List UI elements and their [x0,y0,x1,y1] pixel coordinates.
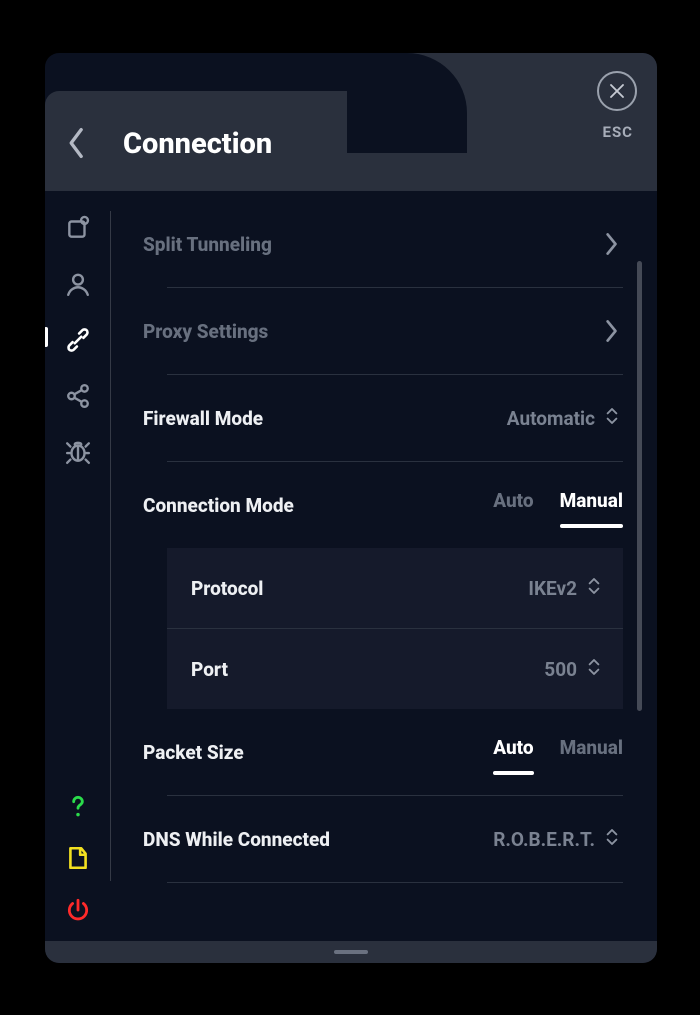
scrollbar-thumb[interactable] [637,261,642,711]
protocol-value: IKEv2 [528,577,577,600]
row-split-tunneling[interactable]: Split Tunneling [143,201,623,287]
connection-mode-manual[interactable]: Manual [560,489,623,522]
firewall-mode-value: Automatic [507,407,595,430]
row-proxy-settings[interactable]: Proxy Settings [143,288,623,374]
back-button[interactable] [67,125,95,165]
settings-window: ESC Connection [45,53,657,963]
packet-size-auto[interactable]: Auto [493,736,533,769]
row-port: Port 500 [167,629,623,709]
plan-icon [65,845,91,871]
row-protocol: Protocol IKEv2 [167,548,623,628]
packet-size-label: Packet Size [143,741,244,764]
dns-select[interactable]: R.O.B.E.R.T. [493,826,623,853]
help-icon [65,793,91,819]
chevron-right-icon [601,318,623,344]
packet-size-manual[interactable]: Manual [560,736,623,769]
resize-handle[interactable] [334,950,368,954]
sidebar-item-share[interactable] [63,381,93,411]
connection-mode-toggle: Auto Manual [493,489,623,522]
general-icon [65,215,91,241]
updown-icon [587,575,605,602]
page-title: Connection [123,127,272,161]
protocol-label: Protocol [191,577,263,600]
row-dns: DNS While Connected R.O.B.E.R.T. [143,796,623,882]
sidebar-bottom-group [45,791,111,925]
port-value: 500 [544,658,577,681]
sidebar-item-power[interactable] [63,895,93,925]
sidebar-item-account[interactable] [63,269,93,299]
sidebar-item-debug[interactable] [63,437,93,467]
sidebar-item-general[interactable] [63,213,93,243]
sidebar-item-connection[interactable] [63,325,93,355]
port-select[interactable]: 500 [544,656,605,683]
back-chevron-icon [67,125,87,161]
bottom-bar [45,941,657,963]
connection-mode-auto[interactable]: Auto [493,489,533,522]
settings-body: Split Tunneling Proxy Settings Firewall … [45,191,657,941]
updown-icon [605,405,623,432]
sidebar-item-help[interactable] [63,791,93,821]
port-label: Port [191,658,228,681]
dns-label: DNS While Connected [143,828,330,851]
esc-label: ESC [603,123,634,141]
firewall-mode-label: Firewall Mode [143,407,263,430]
firewall-mode-select[interactable]: Automatic [507,405,623,432]
packet-size-toggle: Auto Manual [493,736,623,769]
close-button[interactable] [597,71,637,111]
split-tunneling-label: Split Tunneling [143,233,272,256]
row-packet-size: Packet Size Auto Manual [143,709,623,795]
debug-icon [65,439,91,465]
connection-icon [65,327,91,353]
updown-icon [587,656,605,683]
close-icon [608,82,626,100]
settings-main: Split Tunneling Proxy Settings Firewall … [111,191,645,941]
dns-value: R.O.B.E.R.T. [493,828,595,851]
power-icon [65,897,91,923]
sidebar-top-group [45,213,111,467]
row-connection-mode: Connection Mode Auto Manual [143,462,623,548]
protocol-select[interactable]: IKEv2 [528,575,605,602]
account-icon [65,271,91,297]
chevron-right-icon [601,231,623,257]
row-firewall-mode: Firewall Mode Automatic [143,375,623,461]
sidebar-item-plan[interactable] [63,843,93,873]
share-icon [65,383,91,409]
proxy-settings-label: Proxy Settings [143,320,268,343]
connection-mode-label: Connection Mode [143,494,294,517]
separator [167,882,623,883]
connection-mode-subpanel: Protocol IKEv2 Port 500 [167,548,623,709]
updown-icon [605,826,623,853]
settings-sidebar [45,191,111,941]
